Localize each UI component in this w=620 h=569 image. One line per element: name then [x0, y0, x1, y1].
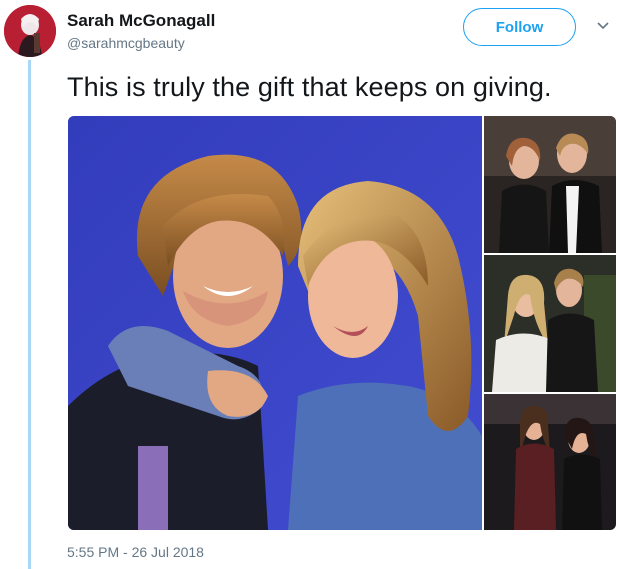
chevron-down-icon[interactable] — [596, 21, 610, 31]
avatar[interactable] — [4, 5, 56, 57]
follow-button[interactable]: Follow — [463, 8, 576, 46]
photo-side-2[interactable] — [484, 255, 616, 392]
display-name[interactable]: Sarah McGonagall — [67, 11, 215, 31]
tweet-timestamp[interactable]: 5:55 PM - 26 Jul 2018 — [67, 544, 204, 560]
handle[interactable]: @sarahmcgbeauty — [67, 35, 185, 51]
thread-line — [28, 60, 31, 569]
media-grid — [68, 116, 616, 530]
photo-side-1[interactable] — [484, 116, 616, 253]
photo-main[interactable] — [68, 116, 482, 530]
tweet-card: Sarah McGonagall @sarahmcgbeauty Follow … — [0, 0, 620, 569]
photo-side-3[interactable] — [484, 394, 616, 530]
tweet-text: This is truly the gift that keeps on giv… — [67, 72, 552, 102]
